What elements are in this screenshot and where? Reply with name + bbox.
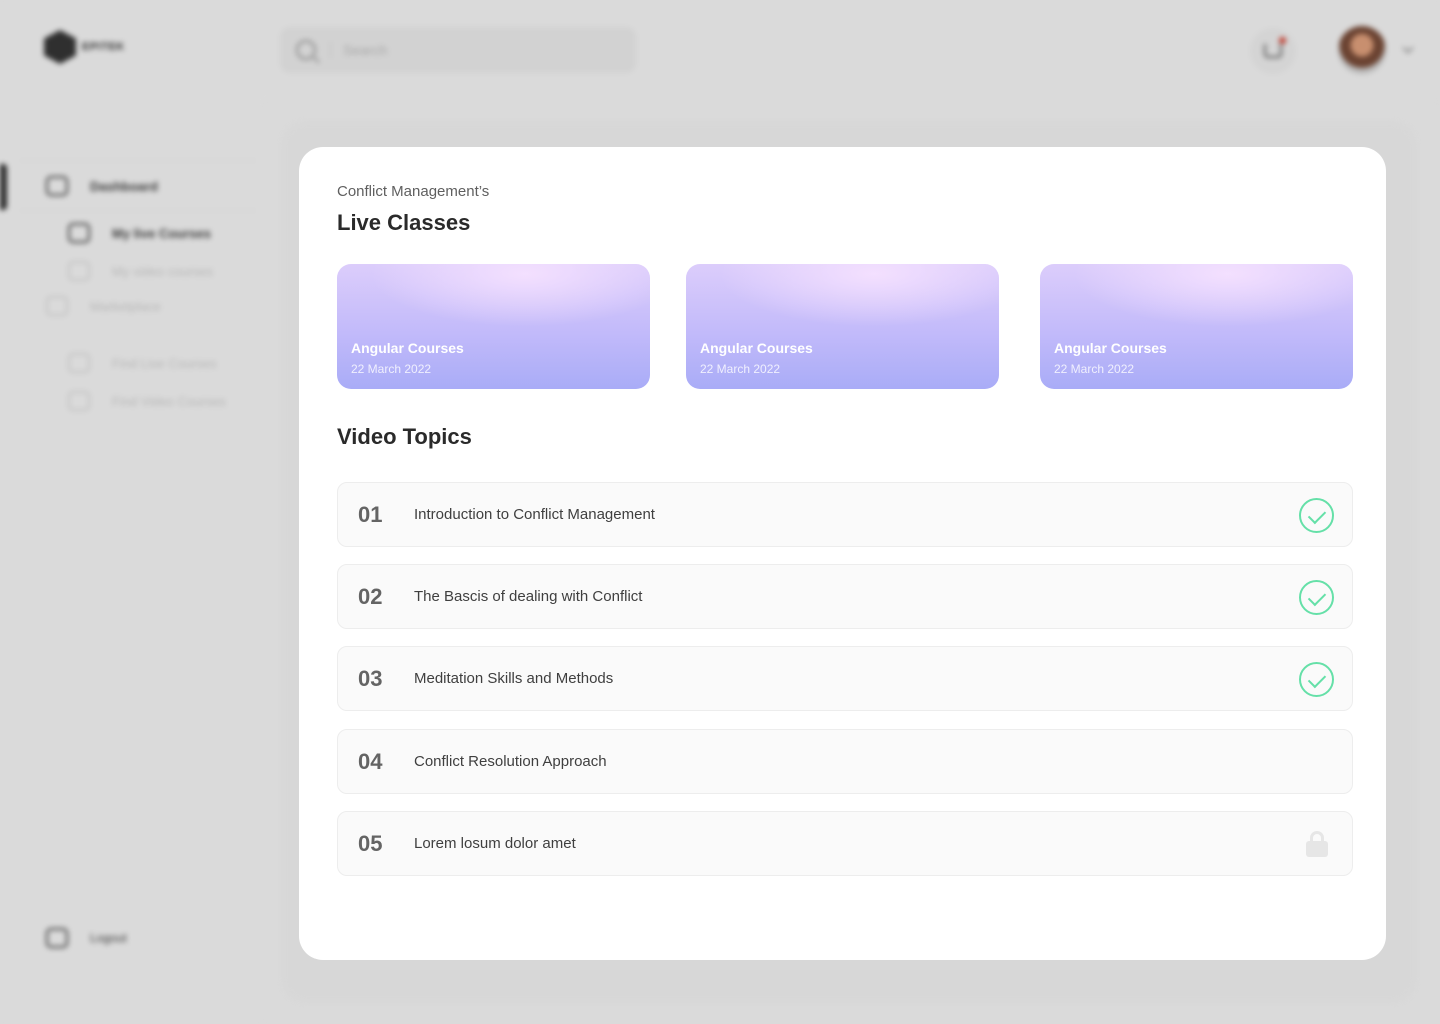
topic-number: 03 xyxy=(358,666,383,691)
sidebar-item-label: Dashboard xyxy=(90,178,158,194)
live-class-card[interactable]: Angular Courses 22 March 2022 xyxy=(337,264,650,389)
sidebar-item-marketplace[interactable]: Marketplace xyxy=(46,296,161,316)
cart-icon xyxy=(1264,37,1286,58)
live-courses-icon xyxy=(68,223,90,243)
search-box[interactable] xyxy=(280,27,636,73)
live-classes-title: Live Classes xyxy=(337,210,471,235)
active-indicator xyxy=(0,164,7,210)
topic-row[interactable]: 05 Lorem losum dolor amet xyxy=(337,811,1353,876)
find-video-icon xyxy=(68,391,90,411)
topic-title: Introduction to Conflict Management xyxy=(414,506,655,523)
lock-icon xyxy=(1306,831,1328,857)
avatar[interactable] xyxy=(1338,26,1386,74)
course-subtitle: Conflict Management’s xyxy=(337,183,490,200)
live-class-card[interactable]: Angular Courses 22 March 2022 xyxy=(686,264,999,389)
topic-title: Conflict Resolution Approach xyxy=(414,753,607,770)
video-courses-icon xyxy=(68,261,90,281)
sidebar-item-find-video-courses[interactable]: Find Video Courses xyxy=(68,391,226,411)
sidebar-divider xyxy=(20,210,256,211)
cart-button[interactable] xyxy=(1250,28,1296,74)
topic-title: Lorem losum dolor amet xyxy=(414,835,576,852)
dashboard-icon xyxy=(46,176,68,196)
logout-icon xyxy=(46,928,68,948)
topic-row[interactable]: 01 Introduction to Conflict Management xyxy=(337,482,1353,547)
chevron-down-icon[interactable] xyxy=(1402,42,1414,54)
class-title: Angular Courses xyxy=(351,340,464,356)
topic-number: 04 xyxy=(358,749,383,774)
sidebar: Dashboard My live Courses My video cours… xyxy=(0,100,262,1024)
sidebar-item-label: My video courses xyxy=(112,263,214,279)
topic-title: Meditation Skills and Methods xyxy=(414,670,614,687)
sidebar-divider xyxy=(20,160,256,161)
search-icon xyxy=(296,40,316,60)
sidebar-item-label: My live Courses xyxy=(112,225,211,241)
brand-name: EPITEK xyxy=(82,41,125,53)
logout-label: Logout xyxy=(90,931,127,945)
topic-number: 02 xyxy=(358,584,383,609)
class-title: Angular Courses xyxy=(1054,340,1167,356)
sidebar-item-label: Find Live Courses xyxy=(112,355,217,371)
topic-row[interactable]: 02 The Bascis of dealing with Conflict xyxy=(337,564,1353,629)
sidebar-item-dashboard[interactable]: Dashboard xyxy=(46,176,158,196)
topic-row[interactable]: 03 Meditation Skills and Methods xyxy=(337,646,1353,711)
marketplace-icon xyxy=(46,296,68,316)
check-circle-icon xyxy=(1299,498,1334,533)
sidebar-item-my-video-courses[interactable]: My video courses xyxy=(68,261,213,281)
top-bar: EPITEK xyxy=(0,0,1440,100)
sidebar-item-my-live-courses[interactable]: My live Courses xyxy=(68,223,211,243)
sidebar-item-find-live-courses[interactable]: Find Live Courses xyxy=(68,353,217,373)
class-date: 22 March 2022 xyxy=(1054,362,1135,376)
search-input[interactable] xyxy=(343,42,603,58)
sidebar-item-label: Find Video Courses xyxy=(112,393,226,409)
topic-number: 05 xyxy=(358,831,383,856)
find-live-icon xyxy=(68,353,90,373)
lock-body xyxy=(1306,841,1328,857)
class-title: Angular Courses xyxy=(700,340,813,356)
notification-dot xyxy=(1279,37,1286,44)
class-date: 22 March 2022 xyxy=(700,362,781,376)
course-modal: Conflict Management’s Live Classes Angul… xyxy=(299,147,1386,960)
topic-row[interactable]: 04 Conflict Resolution Approach xyxy=(337,729,1353,794)
class-date: 22 March 2022 xyxy=(351,362,432,376)
search-divider xyxy=(330,42,331,58)
check-circle-icon xyxy=(1299,662,1334,697)
logout-button[interactable]: Logout xyxy=(46,928,127,948)
video-topics-title: Video Topics xyxy=(337,424,472,449)
sidebar-item-label: Marketplace xyxy=(90,298,161,314)
topic-number: 01 xyxy=(358,502,383,527)
logo-mark-icon xyxy=(44,30,76,64)
logo: EPITEK xyxy=(44,30,125,64)
live-class-card[interactable]: Angular Courses 22 March 2022 xyxy=(1040,264,1353,389)
check-circle-icon xyxy=(1299,580,1334,615)
topic-title: The Bascis of dealing with Conflict xyxy=(414,588,643,605)
